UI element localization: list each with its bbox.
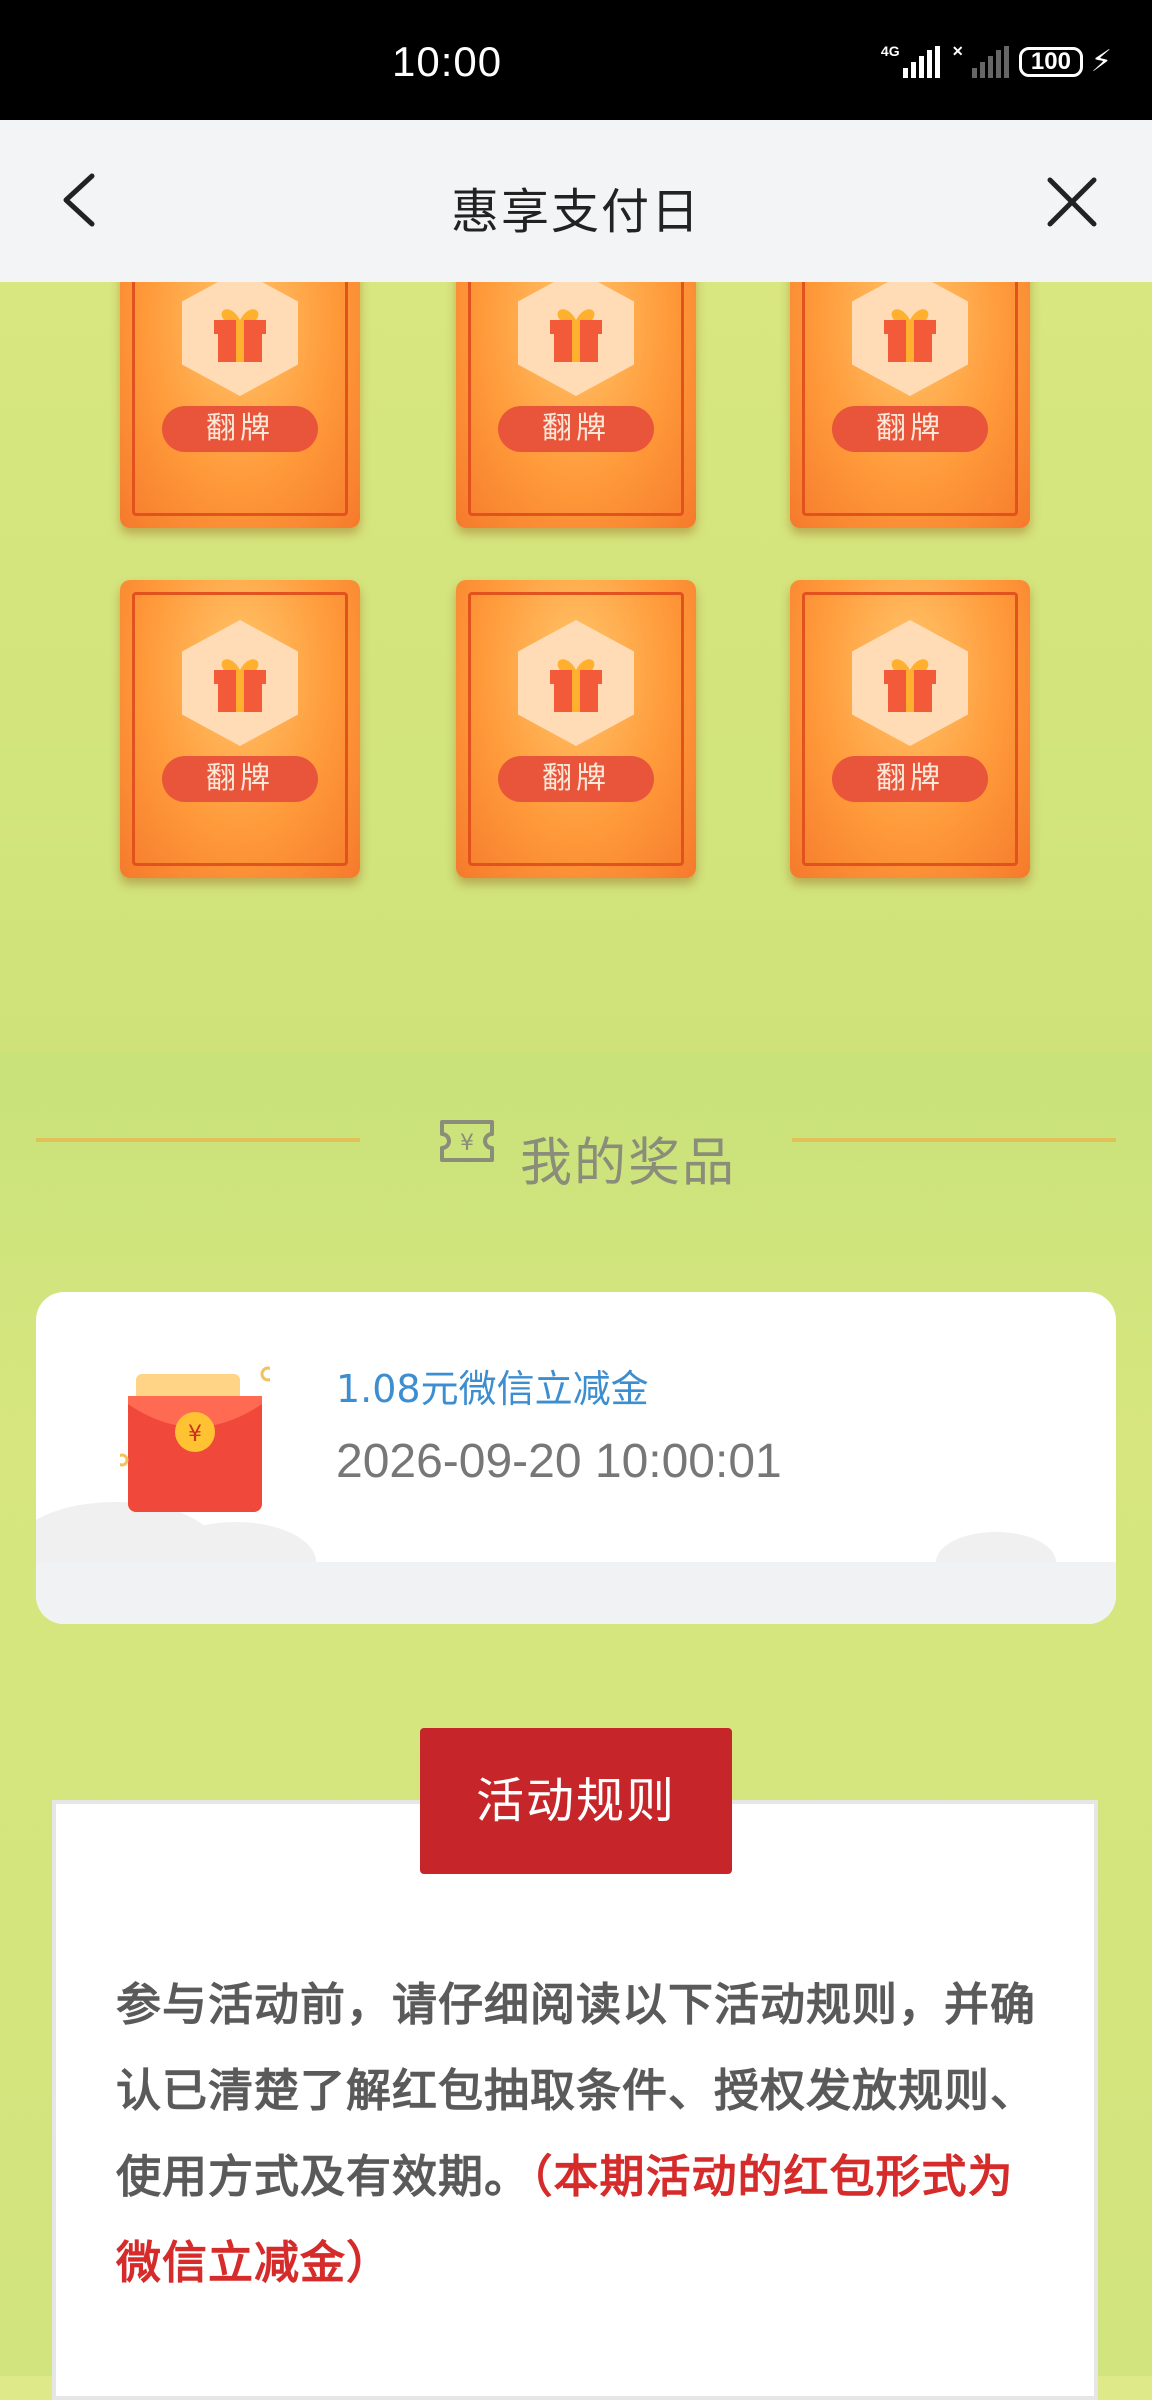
flip-button[interactable]: 翻牌 xyxy=(832,406,988,452)
svg-text:¥: ¥ xyxy=(460,1131,474,1156)
status-time: 10:00 xyxy=(392,38,503,85)
prize-name: 1.08元微信立减金 xyxy=(336,1367,649,1411)
gift-icon xyxy=(214,659,266,712)
ticket-icon: ¥ xyxy=(440,1120,494,1162)
red-envelope-icon: ¥ xyxy=(120,1366,270,1512)
status-bar: 10:00 4G ✕ 100 ⚡ xyxy=(0,0,1152,120)
prize-card-footer xyxy=(36,1562,1116,1624)
close-icon[interactable] xyxy=(1042,172,1102,232)
flip-card-grid: 翻牌 翻牌 翻牌 翻牌 翻牌 翻牌 xyxy=(0,282,1152,1052)
flip-card[interactable]: 翻牌 xyxy=(456,580,696,878)
flip-card[interactable]: 翻牌 xyxy=(120,282,360,528)
nav-bar: 惠享支付日 xyxy=(0,120,1152,282)
flip-button[interactable]: 翻牌 xyxy=(162,406,318,452)
rules-button[interactable]: 活动规则 xyxy=(420,1728,732,1874)
gift-icon xyxy=(550,309,602,362)
gift-icon xyxy=(550,659,602,712)
signal-icon: 4G xyxy=(880,42,940,78)
prize-time: 2026-09-20 10:00:01 xyxy=(336,1435,782,1488)
network-type-label: 4G xyxy=(880,42,900,59)
flip-card[interactable]: 翻牌 xyxy=(120,580,360,878)
status-icons: 4G ✕ 100 ⚡ xyxy=(880,42,1112,80)
divider-left xyxy=(36,1138,360,1142)
flip-button[interactable]: 翻牌 xyxy=(498,756,654,802)
flip-button[interactable]: 翻牌 xyxy=(498,406,654,452)
flip-card[interactable]: 翻牌 xyxy=(456,282,696,528)
charging-icon: ⚡ xyxy=(1090,44,1112,79)
flip-card[interactable]: 翻牌 xyxy=(790,580,1030,878)
gift-icon xyxy=(214,309,266,362)
flip-button[interactable]: 翻牌 xyxy=(162,756,318,802)
prize-heading: 我的奖品 xyxy=(520,1133,737,1194)
gift-icon xyxy=(884,659,936,712)
rules-text: 参与活动前，请仔细阅读以下活动规则，并确认已清楚了解红包抽取条件、授权发放规则、… xyxy=(116,1962,1036,2306)
flip-card[interactable]: 翻牌 xyxy=(790,282,1030,528)
flip-button[interactable]: 翻牌 xyxy=(832,756,988,802)
prize-card[interactable]: ¥ 1.08元微信立减金 2026-09-20 10:00:01 xyxy=(36,1292,1116,1624)
gift-icon xyxy=(884,309,936,362)
prize-section-header: 我的奖品 xyxy=(0,1052,1152,1232)
page-title: 惠享支付日 xyxy=(450,184,701,240)
battery-icon: 100 xyxy=(1018,46,1083,77)
signal-no-service-icon: ✕ xyxy=(950,44,1009,78)
svg-text:¥: ¥ xyxy=(188,1422,202,1447)
divider-right xyxy=(792,1138,1116,1142)
